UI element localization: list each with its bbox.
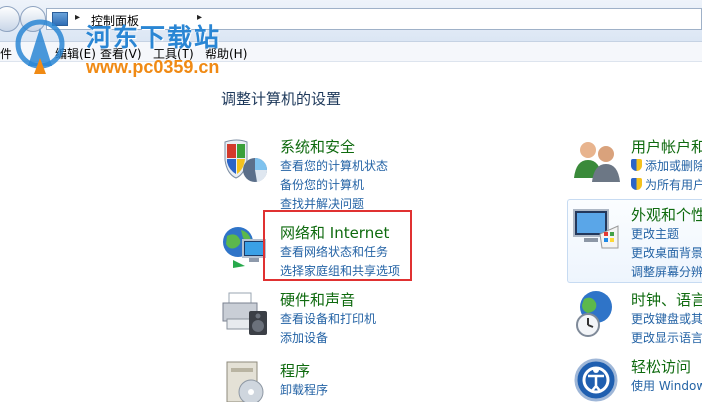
- link-add-device[interactable]: 添加设备: [280, 329, 328, 346]
- link-all-users[interactable]: 为所有用户: [631, 176, 702, 193]
- link-change-keyboard[interactable]: 更改键盘或其: [631, 310, 702, 327]
- program-box-icon[interactable]: [221, 360, 269, 402]
- breadcrumb-arrow-icon[interactable]: ▸: [75, 12, 80, 23]
- watermark-url: www.pc0359.cn: [86, 57, 220, 77]
- category-title-ease-of-access[interactable]: 轻松访问: [631, 356, 691, 377]
- category-title-user-accounts[interactable]: 用户帐户和: [631, 136, 702, 157]
- category-title-hardware-sound[interactable]: 硬件和声音: [280, 289, 355, 310]
- watermark-title: 河东下载站: [86, 23, 222, 52]
- uac-shield-icon: [631, 178, 642, 190]
- shield-pie-icon[interactable]: [221, 136, 269, 184]
- uac-shield-icon: [631, 159, 642, 171]
- ease-of-access-icon[interactable]: [572, 356, 620, 402]
- link-backup-computer[interactable]: 备份您的计算机: [280, 176, 364, 193]
- link-use-windows-suggestions[interactable]: 使用 Window: [631, 377, 702, 394]
- category-title-appearance[interactable]: 外观和个性: [631, 204, 702, 225]
- globe-clock-icon[interactable]: [572, 289, 620, 337]
- link-change-desktop-background[interactable]: 更改桌面背景: [631, 244, 702, 261]
- category-title-system-security[interactable]: 系统和安全: [280, 136, 355, 157]
- monitor-palette-icon[interactable]: [572, 204, 620, 252]
- link-change-theme[interactable]: 更改主题: [631, 225, 679, 242]
- globe-monitor-icon[interactable]: [221, 222, 269, 270]
- category-title-programs[interactable]: 程序: [280, 360, 310, 381]
- printer-speaker-icon[interactable]: [221, 289, 269, 337]
- highlight-box: [263, 210, 412, 281]
- users-icon[interactable]: [572, 136, 620, 184]
- page-title: 调整计算机的设置: [221, 90, 342, 108]
- link-change-display-language[interactable]: 更改显示语言: [631, 329, 702, 346]
- link-uninstall-program[interactable]: 卸载程序: [280, 381, 328, 398]
- link-view-devices-printers[interactable]: 查看设备和打印机: [280, 310, 376, 327]
- link-add-remove-accounts[interactable]: 添加或删除: [631, 157, 702, 174]
- link-view-computer-status[interactable]: 查看您的计算机状态: [280, 157, 388, 174]
- link-adjust-resolution[interactable]: 调整屏幕分辨: [631, 263, 702, 280]
- category-title-clock-language[interactable]: 时钟、语言: [631, 289, 702, 310]
- watermark-logo-icon: [15, 19, 65, 74]
